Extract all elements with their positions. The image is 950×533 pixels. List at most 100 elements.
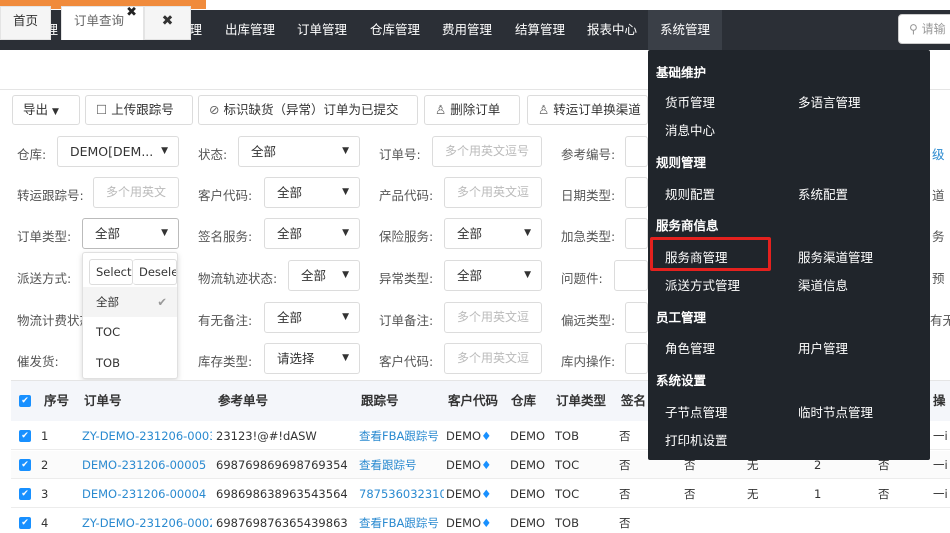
menu-item-printer[interactable]: 打印机设置 [665,430,728,449]
row-checkbox[interactable]: ✔ [19,430,31,442]
delete-order-button[interactable]: ♙ 删除订单 [424,95,520,125]
order-no-input[interactable]: 多个用英文逗号 [432,136,542,167]
stock-op-select[interactable] [625,343,648,374]
menu-item-message[interactable]: 消息中心 [665,120,715,139]
sign-service-select[interactable]: 全部 ▼ [264,218,360,249]
select-all-button[interactable]: Select [89,259,133,285]
customer-code-label: 客户代码: [198,188,253,203]
menu-item-rule-config[interactable]: 规则配置 [665,184,715,203]
menu-item-role[interactable]: 角色管理 [665,338,715,357]
product-code-input[interactable]: 多个用英文逗 [444,177,542,208]
close-all-tabs-button[interactable]: ✖ [144,6,191,40]
track-status-label: 物流轨迹状态: [198,271,278,286]
nav-warehouse[interactable]: 仓库管理 [370,10,420,50]
nav-report[interactable]: 报表中心 [587,10,637,50]
dropdown-option-all[interactable]: 全部 ✔ [83,287,177,317]
menu-section-staff: 员工管理 [656,310,707,325]
menu-item-system-config[interactable]: 系统配置 [798,184,848,203]
table-row[interactable]: ✔ 4 ZY-DEMO-231206-0002 6987698763654398… [11,509,950,533]
nav-system[interactable]: 系统管理 [648,10,723,50]
cell-ops[interactable]: 一i [933,422,948,450]
header-ops: 操 [933,381,946,421]
insurance-select[interactable]: 全部 ▼ [444,218,542,249]
cell-index: 1 [41,429,49,443]
cell-tracking[interactable]: 787536032310 [359,480,444,508]
has-remark-value: 全部 [277,310,303,325]
cell-order-no[interactable]: DEMO-231206-00004 [82,480,212,508]
urgent-select[interactable] [625,218,648,249]
customer-code-select[interactable]: 全部 ▼ [264,177,360,208]
caret-down-icon: ▼ [342,228,349,238]
right-edge-d: 预 [932,271,945,286]
nav-outbound[interactable]: 出库管理 [225,10,275,50]
row-checkbox[interactable]: ✔ [19,517,31,529]
cell-ops[interactable]: 一i [933,480,948,508]
transfer-channel-button[interactable]: ♙ 转运订单换渠道 [527,95,648,125]
remote-select[interactable] [625,302,648,333]
transfer-tracking-input[interactable]: 多个用英文 [93,177,179,208]
order-remark-input[interactable]: 多个用英文逗 [444,302,542,333]
sign-service-label: 签名服务: [198,229,253,244]
table-row[interactable]: ✔ 3 DEMO-231206-00004 698698638963543564… [11,480,950,508]
customer-code2-input[interactable]: 多个用英文逗 [444,343,542,374]
status-select[interactable]: 全部 ▼ [238,136,360,167]
menu-item-language[interactable]: 多语言管理 [798,92,861,111]
track-status-select[interactable]: 全部 ▼ [288,260,360,291]
menu-item-delivery-method[interactable]: 派送方式管理 [665,275,740,294]
cell-customer: DEMO♦ [446,509,491,533]
tab-order-query[interactable]: 订单查询 ✖ [61,5,144,40]
nav-fee[interactable]: 费用管理 [442,10,492,50]
right-edge-c: 务 [932,229,945,244]
search-input[interactable]: ⚲ 请输 [898,14,950,44]
customer-code: DEMO [446,458,482,472]
header-ref-no: 参考单号 [218,381,269,421]
menu-item-temp-node[interactable]: 临时节点管理 [798,402,873,421]
date-type-label: 日期类型: [561,188,616,203]
cell-order-no[interactable]: ZY-DEMO-231206-0003 [82,422,212,450]
has-remark-select[interactable]: 全部 ▼ [264,302,360,333]
row-checkbox[interactable]: ✔ [19,459,31,471]
menu-section-provider: 服务商信息 [656,218,719,233]
export-button[interactable]: 导出 ▼ [12,95,80,125]
cell-extra-3: 1 [814,487,822,501]
exception-value: 全部 [457,268,483,283]
cell-order-no[interactable]: DEMO-231206-00005 [82,451,212,479]
date-type-select[interactable] [625,177,648,208]
advanced-link[interactable]: 级 [932,144,945,163]
nav-settlement[interactable]: 结算管理 [515,10,565,50]
tab-home[interactable]: 首页 [0,6,52,40]
cell-index: 2 [41,458,49,472]
insurance-label: 保险服务: [379,229,434,244]
customer-code: DEMO [446,429,482,443]
cell-tracking[interactable]: 查看跟踪号 [359,451,444,479]
cell-tracking[interactable]: 查看FBA跟踪号 [359,509,444,533]
cell-order-type: TOB [555,516,579,530]
ref-no-input[interactable] [625,136,648,167]
menu-item-user[interactable]: 用户管理 [798,338,848,357]
header-order-no: 订单号 [84,381,122,421]
exception-select[interactable]: 全部 ▼ [444,260,542,291]
row-checkbox[interactable]: ✔ [19,488,31,500]
mark-shortage-button[interactable]: ⊘ 标识缺货（异常）订单为已提交 [198,95,418,125]
deselect-all-button[interactable]: Deselec [133,259,177,285]
menu-item-currency[interactable]: 货币管理 [665,92,715,111]
menu-item-subnode[interactable]: 子节点管理 [665,402,728,421]
dropdown-option-toc[interactable]: TOC [83,317,177,347]
cell-warehouse: DEMO [510,429,546,443]
problem-select[interactable] [614,260,648,291]
upload-tracking-button[interactable]: ☐ 上传跟踪号 [85,95,193,125]
menu-item-service-channel[interactable]: 服务渠道管理 [798,247,873,266]
select-all-checkbox[interactable]: ✔ [19,381,39,421]
cell-ops[interactable]: 一i [933,451,948,479]
nav-order[interactable]: 订单管理 [297,10,347,50]
cell-tracking[interactable]: 查看FBA跟踪号 [359,422,444,450]
checkbox-icon: ✔ [19,395,31,407]
menu-item-channel-info[interactable]: 渠道信息 [798,275,848,294]
warehouse-select[interactable]: DEMO[DEM... ▼ [57,136,179,167]
cell-order-no[interactable]: ZY-DEMO-231206-0002 [82,509,212,533]
order-type-select[interactable]: 全部 ▼ [82,218,179,249]
stock-type-select[interactable]: 请选择 ▼ [264,343,360,374]
dropdown-option-tob[interactable]: TOB [83,348,177,378]
close-icon[interactable]: ✖ [126,0,137,27]
flame-icon: ♦ [481,487,492,501]
